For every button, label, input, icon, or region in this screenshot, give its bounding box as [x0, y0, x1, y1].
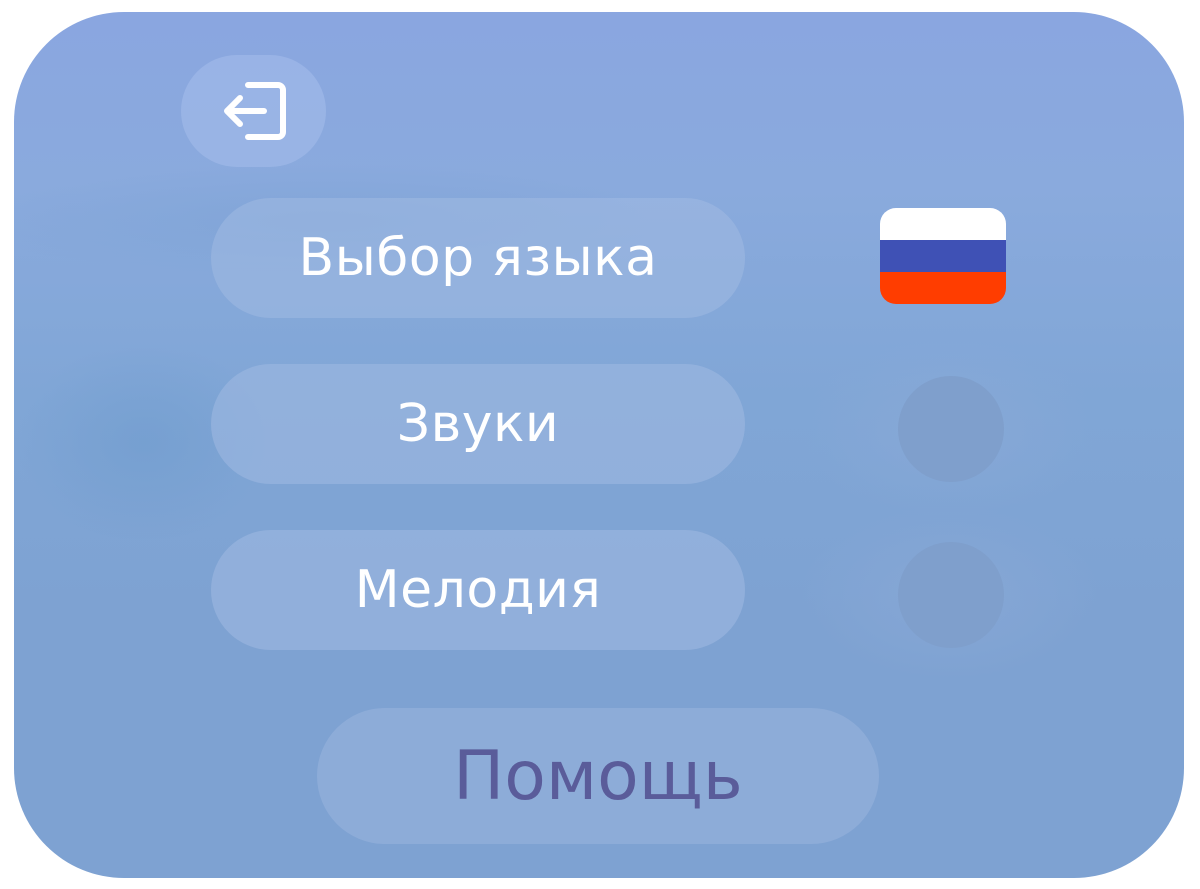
flag-stripe-blue: [880, 240, 1006, 272]
sounds-button[interactable]: Звуки: [211, 364, 745, 484]
flag-stripe-white: [880, 208, 1006, 240]
sounds-label: Звуки: [396, 394, 560, 454]
melody-toggle[interactable]: [898, 542, 1004, 648]
exit-button[interactable]: [181, 55, 326, 167]
flag-stripe-red: [880, 272, 1006, 304]
help-label: Помощь: [453, 736, 743, 816]
exit-icon: [223, 82, 286, 140]
help-button[interactable]: Помощь: [317, 708, 879, 844]
melody-label: Мелодия: [354, 560, 602, 620]
language-select-button[interactable]: Выбор языка: [211, 198, 745, 318]
sounds-toggle[interactable]: [898, 376, 1004, 482]
russian-flag-icon[interactable]: [880, 208, 1006, 304]
melody-button[interactable]: Мелодия: [211, 530, 745, 650]
language-select-label: Выбор языка: [298, 228, 658, 288]
